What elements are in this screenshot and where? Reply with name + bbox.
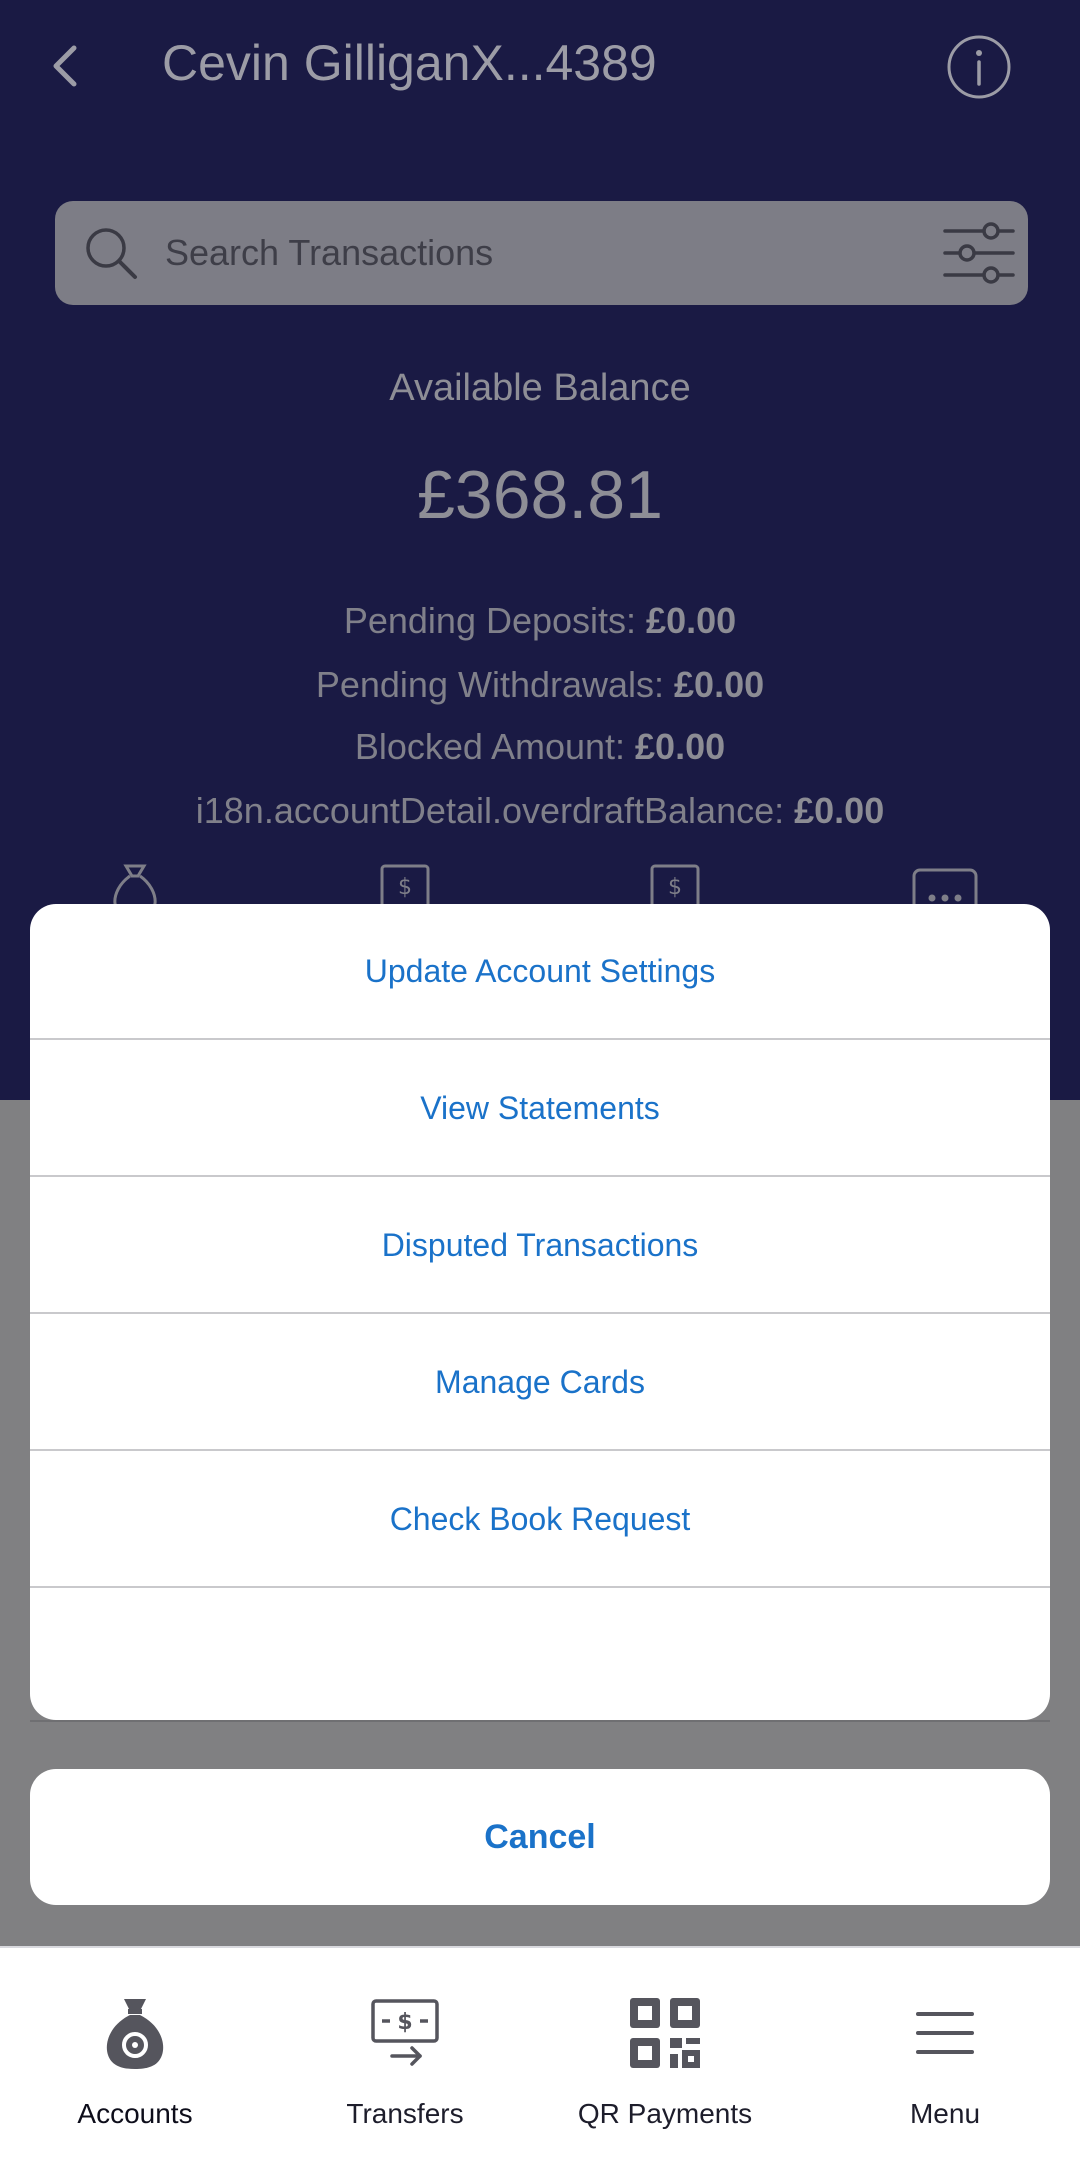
detail-label: i18n.accountDetail.overdraftBalance: [195, 790, 795, 831]
svg-text:$: $ [398, 875, 412, 900]
action-sheet: Update Account Settings View Statements … [30, 904, 1050, 1720]
page-title: Cevin GilliganX...4389 [162, 35, 657, 91]
pending-deposits: Pending Deposits: £0.00 [0, 600, 1080, 642]
view-statements-button[interactable]: View Statements [30, 1041, 1050, 1177]
nav-item-accounts[interactable]: Accounts [0, 1948, 270, 2164]
update-account-settings-button[interactable]: Update Account Settings [30, 904, 1050, 1040]
search-bar [55, 201, 1028, 305]
detail-label: Pending Withdrawals: [315, 664, 675, 705]
info-icon [947, 35, 1011, 99]
disputed-transactions-button[interactable]: Disputed Transactions [30, 1178, 1050, 1314]
sheet-empty-item[interactable] [30, 1589, 1050, 1720]
filter-sliders-icon[interactable] [943, 219, 1015, 287]
svg-text:$: $ [668, 875, 682, 900]
back-button[interactable] [40, 28, 90, 104]
nav-item-transfers[interactable]: $ Transfers [270, 1948, 540, 2164]
nav-item-qr-payments[interactable]: QR Payments [530, 1948, 800, 2164]
nav-label: QR Payments [577, 2098, 753, 2129]
info-button[interactable] [946, 34, 1012, 100]
detail-label: Blocked Amount: [354, 726, 636, 767]
nav-item-menu[interactable]: Menu [810, 1948, 1080, 2164]
nav-label: Menu [909, 2098, 981, 2129]
search-input[interactable] [165, 223, 965, 283]
overdraft-balance: i18n.accountDetail.overdraftBalance: £0.… [0, 790, 1080, 832]
detail-value: £0.00 [635, 726, 726, 767]
detail-value: £0.00 [674, 664, 765, 705]
transfer-icon: $ [371, 1999, 439, 2066]
check-book-request-button[interactable]: Check Book Request [30, 1452, 1050, 1588]
qr-code-icon [630, 1998, 700, 2068]
available-balance-label: Available Balance [389, 367, 691, 409]
detail-value: £0.00 [794, 790, 885, 831]
available-balance-amount: £368.81 [417, 457, 663, 533]
bottom-navigation: Accounts $ Transfers QR Payments Menu [0, 1946, 1080, 2164]
manage-cards-button[interactable]: Manage Cards [30, 1315, 1050, 1451]
blocked-amount: Blocked Amount: £0.00 [0, 726, 1080, 768]
detail-value: £0.00 [646, 600, 737, 641]
top-bar: Cevin GilliganX...4389 [0, 0, 1080, 130]
svg-text:$: $ [397, 2010, 412, 2035]
cancel-button[interactable]: Cancel [30, 1769, 1050, 1905]
account-detail-screen: Cevin GilliganX...4389 Available Balance… [0, 0, 1080, 2164]
pending-withdrawals: Pending Withdrawals: £0.00 [0, 664, 1080, 706]
search-icon [86, 228, 137, 279]
chevron-left-icon [53, 45, 77, 87]
divider [30, 1720, 1050, 1722]
nav-label: Transfers [346, 2098, 464, 2129]
detail-label: Pending Deposits: [343, 600, 647, 641]
hamburger-menu-icon [916, 2012, 974, 2054]
money-bag-icon [106, 1999, 164, 2069]
nav-label: Accounts [77, 2098, 193, 2129]
